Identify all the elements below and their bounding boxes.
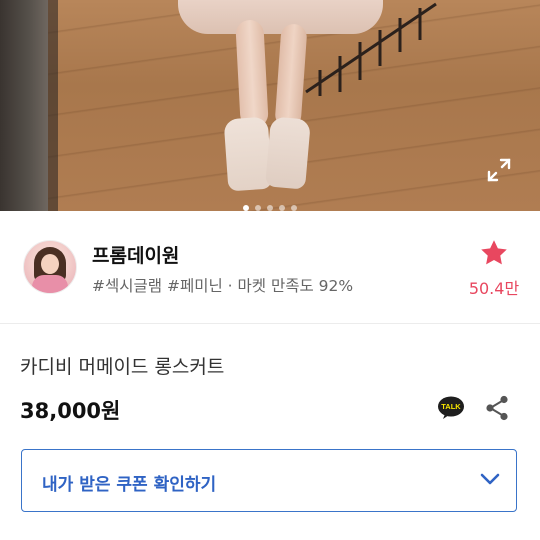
favorite-button[interactable]: 50.4만: [462, 238, 526, 299]
wall-edge: [0, 0, 48, 211]
seller-info[interactable]: 프롬데이원 #섹시글램 #페미닌 · 마켓 만족도 92% 50.4만: [0, 211, 540, 324]
talk-badge-text: TALK: [441, 402, 461, 411]
shoe-left: [223, 116, 273, 192]
carousel-indicator: [0, 196, 540, 211]
star-icon: [481, 240, 507, 265]
chevron-down-icon: [480, 473, 500, 485]
avatar-face: [41, 254, 59, 274]
product-title: 카디비 머메이드 롱스커트: [20, 356, 225, 378]
skirt-hem: [178, 0, 383, 34]
product-price: 38,000원: [20, 399, 121, 423]
product-image[interactable]: [0, 0, 540, 211]
coupon-label: 내가 받은 쿠폰 확인하기: [42, 475, 217, 495]
expand-icon[interactable]: [486, 157, 512, 183]
avatar[interactable]: [23, 240, 77, 294]
favorite-count: 50.4만: [468, 279, 520, 298]
leg-left: [235, 19, 269, 129]
wall-shadow: [48, 0, 58, 211]
shop-tags: #섹시글램 #페미닌 · 마켓 만족도 92%: [92, 277, 354, 295]
kakao-talk-icon[interactable]: TALK: [437, 396, 465, 420]
shoe-right: [265, 116, 311, 190]
coupon-check-button[interactable]: 내가 받은 쿠폰 확인하기: [21, 449, 517, 512]
shop-name[interactable]: 프롬데이원: [92, 241, 179, 268]
share-icon[interactable]: [485, 395, 509, 421]
avatar-body: [32, 275, 68, 293]
